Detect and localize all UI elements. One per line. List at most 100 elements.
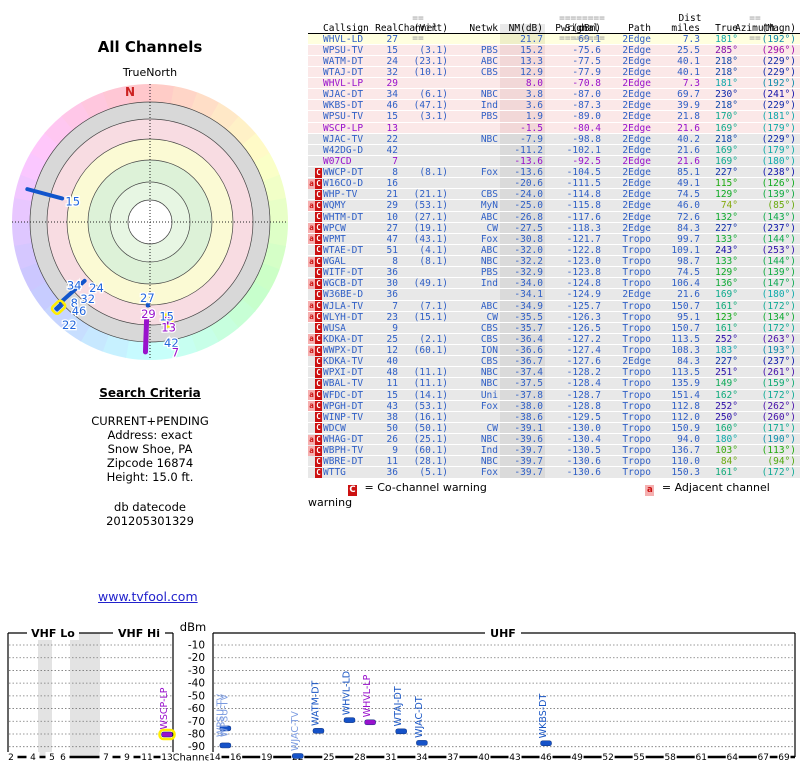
table-row-wpmt: aCWPMT47(43.1)Fox-30.8-121.7Tropo99.7133… [308, 234, 800, 245]
cell-real-channel: 32 [366, 67, 400, 77]
cell-distance-miles: 21.6 [653, 156, 702, 166]
cell-magnetic-azimuth: (238°) [740, 167, 798, 177]
cell-distance-miles: 99.7 [653, 234, 702, 244]
adjacent-warning-icon [308, 34, 315, 44]
cell-network [450, 156, 500, 166]
adjacent-warning-icon: a [308, 401, 315, 411]
cell-real-channel: 22 [366, 134, 400, 144]
cell-true-azimuth: 132° [702, 212, 740, 222]
cell-virtual-channel: (8.1) [400, 256, 450, 266]
adjacent-channel-warning-icon: a [645, 485, 654, 496]
cell-distance-miles: 74.5 [653, 267, 702, 277]
co-channel-warning-icon: C [315, 435, 322, 445]
cell-virtual-channel: (11.1) [400, 367, 450, 377]
cell-real-channel: 40 [366, 356, 400, 366]
station-callsign-label: WKBS-DT [538, 694, 549, 739]
cell-real-channel: 11 [366, 456, 400, 466]
cell-noise-margin: -34.9 [500, 301, 545, 311]
station-callsign-label: WHVL-LP [362, 674, 373, 717]
adjacent-warning-icon [308, 56, 315, 66]
radar-channel-label: 15 [65, 194, 80, 208]
cell-callsign: W07CD [322, 156, 366, 166]
cell-virtual-channel: (43.1) [400, 234, 450, 244]
cell-distance-miles: 98.7 [653, 256, 702, 266]
co-channel-warning-icon: C [315, 334, 322, 344]
cell-real-channel: 8 [366, 167, 400, 177]
cell-distance-miles: 113.5 [653, 367, 702, 377]
cell-true-azimuth: 285° [702, 45, 740, 55]
compass-hue-sector [12, 221, 32, 246]
search-criteria-line: Zipcode 16874 [0, 456, 300, 470]
cell-callsign: WPCW [322, 223, 366, 233]
cell-true-azimuth: 123° [702, 312, 740, 322]
cell-path: 2Edge [603, 123, 653, 133]
co-channel-warning-icon: C [315, 179, 322, 189]
cell-path: Tropo [603, 345, 653, 355]
cell-network [450, 145, 500, 155]
cell-noise-margin: -39.7 [500, 445, 545, 455]
cell-virtual-channel: (6.1) [400, 89, 450, 99]
cell-magnetic-azimuth: (296°) [740, 45, 798, 55]
cell-power: -128.2 [545, 367, 603, 377]
co-channel-warning-icon: C [315, 212, 322, 222]
co-channel-warning-icon: C [315, 301, 322, 311]
cell-power: -130.0 [545, 423, 603, 433]
cell-noise-margin: -32.0 [500, 245, 545, 255]
cell-network: PBS [450, 45, 500, 55]
radar-channel-label: 13 [161, 320, 176, 334]
db-datecode: db datecode 201205301329 [0, 500, 300, 528]
cell-callsign: WATM-DT [322, 56, 366, 66]
cell-callsign: WHP-TV [322, 189, 366, 199]
adjacent-warning-icon: a [308, 446, 315, 456]
cell-path: Tropo [603, 245, 653, 255]
cell-real-channel: 48 [366, 367, 400, 377]
adjacent-warning-icon [308, 468, 315, 478]
cell-magnetic-azimuth: (179°) [740, 145, 798, 155]
cell-callsign: WBPH-TV [322, 445, 366, 455]
cell-virtual-channel [400, 178, 450, 188]
cell-noise-margin: 3.8 [500, 89, 545, 99]
adjacent-warning-icon [308, 423, 315, 433]
cell-path: 2Edge [603, 45, 653, 55]
channel-tick-label: 46 [540, 753, 552, 763]
cell-virtual-channel [400, 78, 450, 88]
dbm-tick-label: -10 [188, 640, 205, 652]
cell-network: Ind [450, 445, 500, 455]
col-warn-a [308, 24, 315, 33]
cell-real-channel: 8 [366, 256, 400, 266]
co-channel-warning-icon [315, 79, 322, 89]
cell-power: -124.9 [545, 289, 603, 299]
co-channel-warning-icon: C [315, 257, 322, 267]
co-channel-warning-icon [315, 134, 322, 144]
search-criteria-line: Height: 15.0 ft. [0, 470, 300, 484]
cell-noise-margin: 12.9 [500, 67, 545, 77]
cell-callsign: WHAG-DT [322, 434, 366, 444]
cell-true-azimuth: 84° [702, 456, 740, 466]
adjacent-warning-icon [308, 245, 315, 255]
cell-power: -130.6 [545, 456, 603, 466]
cell-magnetic-azimuth: (229°) [740, 100, 798, 110]
cell-distance-miles: 21.6 [653, 123, 702, 133]
cell-noise-margin: -30.8 [500, 234, 545, 244]
cell-real-channel: 21 [366, 189, 400, 199]
cell-callsign: WQMY [322, 200, 366, 210]
cell-noise-margin: -39.7 [500, 456, 545, 466]
cell-virtual-channel: (25.1) [400, 434, 450, 444]
cell-virtual-channel: (10.1) [400, 67, 450, 77]
cell-distance-miles: 113.5 [653, 334, 702, 344]
cell-distance-miles: 74.5 [653, 189, 702, 199]
cell-real-channel: 36 [366, 267, 400, 277]
cell-virtual-channel: (3.1) [400, 111, 450, 121]
cell-path: Tropo [603, 434, 653, 444]
cell-virtual-channel: (16.1) [400, 412, 450, 422]
adjacent-warning-icon [308, 212, 315, 222]
adjacent-warning-icon: a [308, 346, 315, 356]
cell-power: -89.0 [545, 111, 603, 121]
cell-real-channel: 29 [366, 200, 400, 210]
cell-distance-miles: 39.9 [653, 100, 702, 110]
radar-marker-line [145, 320, 146, 352]
co-channel-warning-icon [315, 56, 322, 66]
station-callsign-label: WJAC-TV [290, 711, 301, 751]
cell-noise-margin: -39.7 [500, 467, 545, 477]
tvfool-link[interactable]: www.tvfool.com [98, 589, 198, 604]
